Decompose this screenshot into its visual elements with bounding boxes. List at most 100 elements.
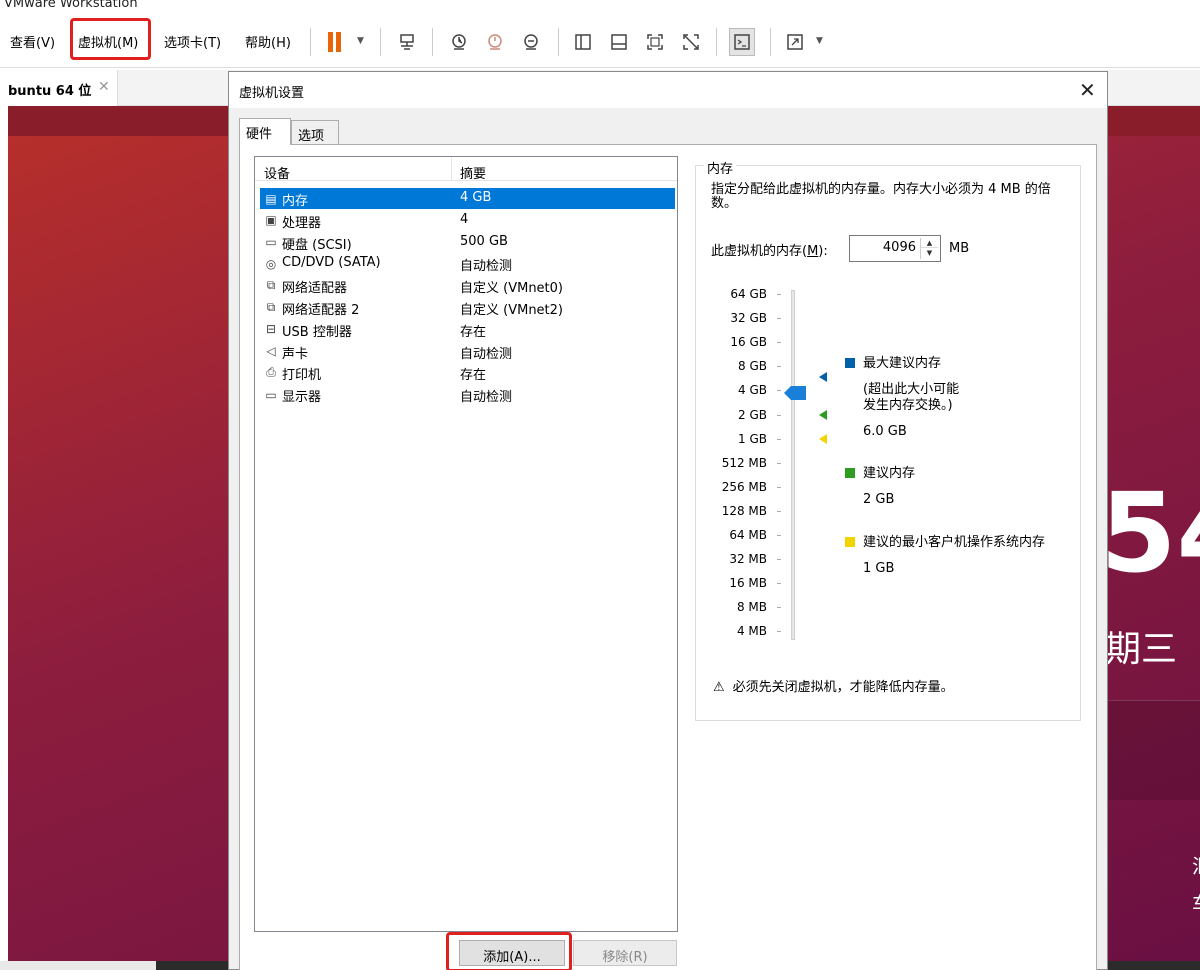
device-summary: 自动检测 — [460, 346, 513, 362]
warning-text: 必须先关闭虚拟机，才能降低内存量。 — [732, 680, 954, 695]
console-left-margin — [0, 106, 8, 961]
pause-dropdown-icon[interactable]: ▼ — [357, 36, 364, 46]
device-row[interactable]: ▭ 显示器 自动检测 — [260, 384, 675, 406]
device-row[interactable]: ▭ 硬盘 (SCSI) 500 GB — [260, 232, 675, 253]
keyboard-network-icon — [400, 34, 414, 50]
window-title-bar: VMware Workstation — [0, 0, 1200, 16]
network-adapter-icon: ⧉ — [266, 300, 276, 314]
memory-description: 指定分配给此虚拟机的内存量。内存大小必须为 4 MB 的倍数。 — [711, 182, 1051, 211]
spin-up-icon[interactable]: ▲ — [921, 238, 938, 248]
device-row[interactable]: ▣ 处理器 4 — [260, 210, 675, 231]
show-library-button[interactable] — [570, 28, 596, 56]
max-recommended-note-2: 发生内存交换。) — [863, 398, 953, 413]
device-name: 处理器 — [282, 215, 322, 231]
pause-button[interactable] — [322, 28, 348, 56]
device-summary: 自定义 (VMnet0) — [460, 281, 563, 297]
device-summary: 自定义 (VMnet2) — [460, 303, 563, 318]
device-summary: 500 GB — [460, 233, 508, 249]
device-row[interactable]: ⧉ 网络适配器 自定义 (VMnet0) — [260, 275, 675, 296]
scale-tick — [777, 342, 781, 344]
console-view-button[interactable] — [729, 28, 755, 56]
printer-icon: ⎙ — [266, 365, 276, 380]
menu-help[interactable]: 帮助(H) — [245, 32, 291, 51]
device-row[interactable]: ◁ 声卡 自动检测 — [260, 341, 675, 362]
scale-tick — [777, 535, 781, 536]
device-row[interactable]: ⧉ 网络适配器 2 自定义 (VMnet2) — [260, 297, 675, 318]
memory-label-prefix: 此虚拟机的内存( — [711, 244, 808, 259]
max-recommended-legend-icon — [845, 358, 855, 368]
snapshot-manager-button[interactable] — [518, 28, 544, 56]
toolbar-separator — [380, 28, 381, 56]
sound-card-icon: ◁ — [266, 344, 276, 359]
device-row[interactable]: ⊟ USB 控制器 存在 — [260, 319, 675, 340]
show-thumbnail-button[interactable] — [606, 28, 632, 56]
memory-icon: ▤ — [265, 191, 277, 206]
scale-tick — [777, 414, 781, 416]
spin-down-icon[interactable]: ▼ — [921, 248, 938, 258]
memory-spinbox[interactable]: 4096 ▲ ▼ — [849, 235, 941, 262]
guest-text-2: 车 — [1192, 888, 1200, 917]
scale-label: 32 MB — [729, 552, 767, 567]
scale-tick — [777, 462, 781, 464]
recommended-legend-icon — [845, 468, 855, 478]
device-list[interactable]: 设备 摘要 ▤ 内存 4 GB ▣ 处理器 4 ▭ 硬盘 (SCSI) 500 GB ◎ CD/DV… — [254, 156, 678, 932]
sidebar-layout-icon — [575, 34, 591, 50]
stretch-icon — [787, 34, 803, 50]
unity-mode-button[interactable] — [678, 28, 704, 56]
device-summary: 4 — [460, 211, 469, 227]
vm-settings-dialog: 虚拟机设置 ✕ 硬件 选项 设备 摘要 ▤ 内存 4 GB ▣ 处理器 4 ▭ 硬盘 (SCS… — [228, 71, 1108, 970]
max-recommended-marker — [819, 372, 827, 382]
guest-clock-text: 54 — [1100, 469, 1200, 597]
scale-label: 256 MB — [721, 479, 767, 494]
status-bar-left — [0, 961, 156, 970]
memory-slider-thumb[interactable] — [784, 386, 806, 400]
scale-label: 16 GB — [730, 335, 767, 350]
scale-label: 2 GB — [738, 407, 767, 422]
display-icon: ▭ — [265, 387, 277, 402]
stretch-dropdown-icon[interactable]: ▼ — [816, 36, 823, 46]
column-separator — [451, 157, 452, 181]
memory-warning: ⚠ 必须先关闭虚拟机，才能降低内存量。 — [713, 676, 954, 695]
scale-label: 512 MB — [721, 455, 767, 470]
close-icon[interactable]: ✕ — [1079, 78, 1096, 102]
tab-hardware[interactable]: 硬件 — [239, 118, 291, 145]
memory-unit: MB — [949, 241, 970, 256]
snapshot-manager-icon — [524, 34, 538, 50]
memory-field-label: 此虚拟机的内存(M): — [711, 240, 828, 259]
close-tab-icon[interactable]: ✕ — [98, 79, 110, 95]
column-summary[interactable]: 摘要 — [460, 163, 486, 182]
device-name: 打印机 — [282, 368, 322, 384]
remove-button[interactable]: 移除(R) — [573, 940, 677, 966]
column-device[interactable]: 设备 — [264, 163, 290, 182]
revert-snapshot-button[interactable] — [482, 28, 508, 56]
memory-input[interactable]: 4096 — [883, 240, 916, 255]
pause-icon — [328, 32, 333, 52]
menu-tabs[interactable]: 选项卡(T) — [164, 32, 221, 51]
device-row[interactable]: ▤ 内存 4 GB — [260, 188, 675, 209]
window-title: VMware Workstation — [4, 0, 138, 11]
stretch-guest-button[interactable] — [782, 28, 808, 56]
device-summary: 4 GB — [460, 190, 492, 205]
toolbar-separator — [558, 28, 559, 56]
memory-slider-track[interactable] — [791, 290, 795, 640]
device-row[interactable]: ⎙ 打印机 存在 — [260, 362, 675, 383]
device-row[interactable]: ◎ CD/DVD (SATA) 自动检测 — [260, 253, 675, 274]
tab-options[interactable]: 选项 — [291, 120, 339, 144]
full-screen-button[interactable] — [642, 28, 668, 56]
scale-tick — [777, 318, 781, 320]
snapshot-button[interactable] — [446, 28, 472, 56]
scale-label: 16 MB — [729, 576, 767, 591]
device-name: USB 控制器 — [282, 324, 352, 340]
cd-dvd-icon: ◎ — [265, 256, 277, 271]
menu-view[interactable]: 查看(V) — [10, 32, 55, 51]
device-name: 网络适配器 — [282, 281, 348, 297]
scale-label: 64 MB — [729, 528, 767, 542]
vm-tab[interactable]: buntu 64 位 ✕ — [0, 70, 118, 106]
device-name: 显示器 — [282, 390, 322, 406]
minimum-legend-icon — [845, 537, 855, 547]
scale-tick — [777, 559, 781, 561]
scale-label: 1 GB — [738, 431, 767, 446]
max-recommended-note-1: (超出此大小可能 — [863, 382, 960, 397]
guest-panel — [1108, 700, 1200, 800]
send-ctrl-alt-del-button[interactable] — [394, 28, 420, 56]
